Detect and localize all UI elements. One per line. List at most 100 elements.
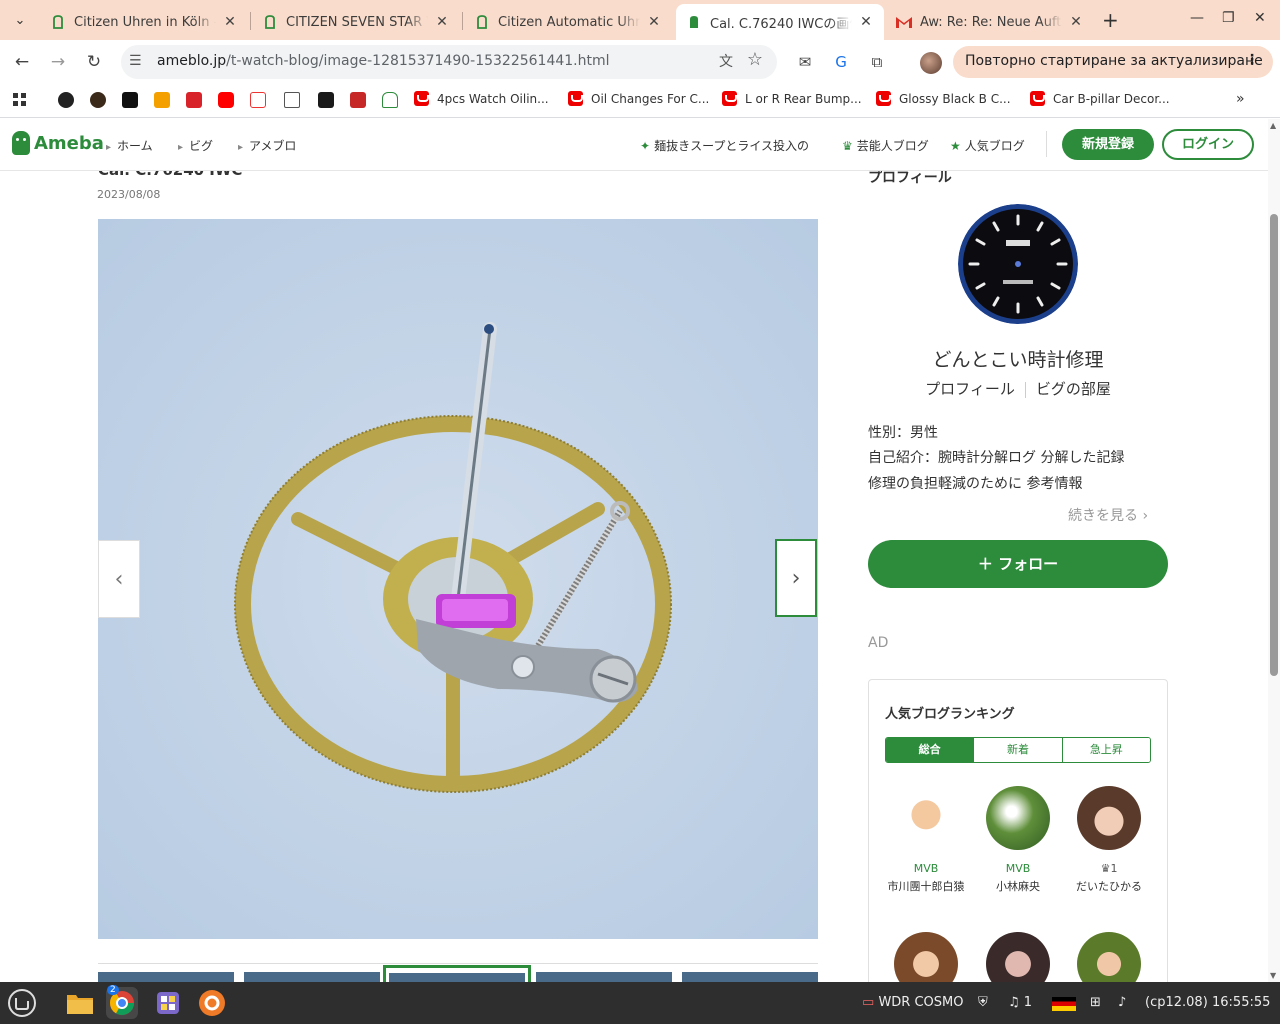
shop-bookmark-icon[interactable] bbox=[318, 92, 334, 108]
close-icon[interactable]: ✕ bbox=[222, 14, 238, 30]
update-restart-button[interactable]: Повторно стартиране за актуализиране ⋮ bbox=[953, 46, 1273, 78]
mint-menu-icon[interactable] bbox=[6, 987, 38, 1019]
translate-extension-icon[interactable]: G bbox=[831, 52, 851, 72]
globe-bookmark-icon[interactable] bbox=[58, 92, 74, 108]
site-info-icon[interactable]: ☰ bbox=[129, 53, 142, 69]
minimize-icon[interactable]: — bbox=[1190, 10, 1204, 26]
d-bookmark-icon[interactable] bbox=[186, 92, 202, 108]
forward-icon[interactable]: → bbox=[46, 50, 70, 74]
media-player-icon[interactable] bbox=[196, 987, 228, 1019]
translate-icon[interactable]: 文 bbox=[719, 51, 733, 71]
ranking-tab-overall[interactable]: 総合 bbox=[886, 738, 974, 762]
profile-avatar[interactable] bbox=[920, 52, 942, 74]
popular-blogs-link[interactable]: ★ 人気ブログ bbox=[950, 137, 1025, 154]
tab-citizen-koeln[interactable]: Citizen Uhren in Köln - M ✕ bbox=[40, 4, 248, 40]
thumbnail[interactable] bbox=[244, 972, 380, 982]
u-bookmark-icon[interactable] bbox=[122, 92, 138, 108]
bookmark-glossy-black[interactable]: Glossy Black B C... bbox=[876, 91, 1011, 106]
ranking-item[interactable]: MVB 小林麻央 bbox=[978, 786, 1058, 893]
link-divider bbox=[1024, 381, 1026, 398]
nav-home[interactable]: ホーム bbox=[106, 137, 153, 154]
url-text: ameblo.jp/t-watch-blog/image-12815371490… bbox=[157, 53, 610, 69]
scrollbar-thumb[interactable] bbox=[1270, 214, 1278, 676]
tab-citizen-seven-star[interactable]: CITIZEN SEVEN STAR V2 ✕ bbox=[252, 4, 460, 40]
prev-image-button[interactable]: ‹ bbox=[98, 540, 140, 618]
nav-blog-owner[interactable]: ビグ bbox=[178, 137, 213, 154]
app-grid-icon[interactable] bbox=[152, 987, 184, 1019]
back-icon[interactable]: ← bbox=[10, 50, 34, 74]
mail-extension-icon[interactable]: ✉ bbox=[795, 52, 815, 72]
ranking-tab-rising[interactable]: 急上昇 bbox=[1061, 738, 1150, 762]
keyboard-layout[interactable]: (cp12.08) bbox=[1145, 995, 1208, 1010]
bookmark-star-icon[interactable]: ☆ bbox=[747, 49, 763, 70]
plus-icon: ＋ bbox=[977, 555, 993, 573]
restore-icon[interactable]: ❐ bbox=[1222, 10, 1235, 26]
trending-link[interactable]: ✦ 麺抜きスープとライス投入の bbox=[640, 137, 825, 154]
network-icon[interactable]: ⊞ bbox=[1090, 995, 1101, 1010]
files-icon[interactable] bbox=[64, 987, 96, 1019]
german-flag-icon[interactable] bbox=[1052, 997, 1076, 1011]
room-link[interactable]: ビグの部屋 bbox=[1036, 380, 1111, 398]
scroll-up-icon[interactable]: ▲ bbox=[1270, 121, 1276, 130]
shield-icon[interactable]: ⛨ bbox=[978, 995, 988, 1010]
dark-circle-bookmark-icon[interactable] bbox=[90, 92, 106, 108]
register-button[interactable]: 新規登録 bbox=[1062, 129, 1154, 160]
kebab-menu-icon[interactable]: ⋮ bbox=[1245, 52, 1259, 68]
close-icon[interactable]: ✕ bbox=[434, 14, 450, 30]
next-image-button[interactable]: › bbox=[775, 539, 817, 617]
grid-red-bookmark-icon[interactable] bbox=[350, 92, 366, 108]
ranking-tab-new[interactable]: 新着 bbox=[973, 738, 1062, 762]
nav-ameblo[interactable]: アメブロ bbox=[238, 137, 296, 154]
ameba-bookmark-icon[interactable] bbox=[382, 92, 398, 108]
main-photo[interactable] bbox=[98, 219, 818, 939]
bookmark-car-b-pillar[interactable]: Car B-pillar Decor... bbox=[1030, 91, 1170, 106]
sound-icon[interactable]: ♪ bbox=[1118, 995, 1126, 1010]
page-scrollbar[interactable]: ▲ ▼ bbox=[1268, 119, 1280, 982]
extensions-puzzle-icon[interactable]: ⧉ bbox=[867, 52, 887, 72]
thumbnail[interactable] bbox=[682, 972, 818, 982]
follow-button[interactable]: ＋ フォロー bbox=[868, 540, 1168, 588]
ranking-avatar bbox=[894, 932, 958, 982]
scroll-down-icon[interactable]: ▼ bbox=[1270, 971, 1276, 980]
window-close-icon[interactable]: ✕ bbox=[1254, 10, 1266, 26]
thumbnail-selected[interactable] bbox=[383, 965, 531, 982]
ranking-item[interactable] bbox=[1069, 932, 1149, 982]
celebrity-blogs-link[interactable]: ♛ 芸能人ブログ bbox=[842, 137, 929, 154]
chrome-taskbar-icon[interactable]: 2 bbox=[106, 985, 138, 1019]
more-bookmarks-button[interactable]: » bbox=[1236, 91, 1245, 107]
tab-citizen-automatic[interactable]: Citizen Automatic Uhr m ✕ bbox=[464, 4, 672, 40]
tab-search-button[interactable]: ⌄ bbox=[6, 6, 34, 34]
ranking-item[interactable]: ♛1 だいたひかる bbox=[1069, 786, 1149, 893]
tab-cal-iwc[interactable]: Cal. C.76240 IWCの画像 ✕ bbox=[676, 4, 884, 40]
new-tab-button[interactable]: + bbox=[1102, 8, 1119, 32]
close-icon[interactable]: ✕ bbox=[1068, 14, 1084, 30]
thumbnail[interactable] bbox=[536, 972, 672, 982]
tab-gmail[interactable]: Aw: Re: Re: Neue Auftra ✕ bbox=[886, 4, 1094, 40]
ranking-avatar bbox=[1077, 932, 1141, 982]
close-icon[interactable]: ✕ bbox=[858, 14, 874, 30]
folder-bookmark-icon[interactable] bbox=[284, 92, 300, 108]
bookmark-rear-bumper[interactable]: L or R Rear Bump... bbox=[722, 91, 862, 106]
apps-grid-icon[interactable] bbox=[12, 92, 28, 108]
reload-icon[interactable]: ↻ bbox=[82, 50, 106, 74]
blog-name[interactable]: どんとこい時計修理 bbox=[868, 345, 1168, 372]
ranking-item[interactable]: MVB 市川團十郎白猿 bbox=[886, 786, 966, 893]
profile-image[interactable] bbox=[958, 204, 1078, 324]
address-bar[interactable]: ☰ ameblo.jp/t-watch-blog/image-128153714… bbox=[121, 45, 777, 79]
ameba-logo[interactable]: Ameba bbox=[12, 131, 104, 155]
red-logo-bookmark-icon[interactable] bbox=[250, 92, 266, 108]
flame-bookmark-icon[interactable] bbox=[154, 92, 170, 108]
bookmark-oil-changes[interactable]: Oil Changes For C... bbox=[568, 91, 709, 106]
bookmark-watch-oiling[interactable]: 4pcs Watch Oilin... bbox=[414, 91, 549, 106]
ranking-item[interactable] bbox=[978, 932, 1058, 982]
read-more-link[interactable]: 続きを見る › bbox=[1068, 505, 1148, 525]
youtube-bookmark-icon[interactable] bbox=[218, 92, 234, 108]
thumbnail[interactable] bbox=[98, 972, 234, 982]
close-icon[interactable]: ✕ bbox=[646, 14, 662, 30]
login-button[interactable]: ログイン bbox=[1162, 129, 1254, 160]
ranking-item[interactable] bbox=[886, 932, 966, 982]
radio-tray[interactable]: ▭ WDR COSMO bbox=[862, 995, 963, 1010]
profile-link[interactable]: プロフィール bbox=[925, 380, 1015, 398]
notification-tray[interactable]: ♫ 1 bbox=[1008, 995, 1032, 1010]
clock[interactable]: 16:55:55 bbox=[1212, 995, 1270, 1010]
